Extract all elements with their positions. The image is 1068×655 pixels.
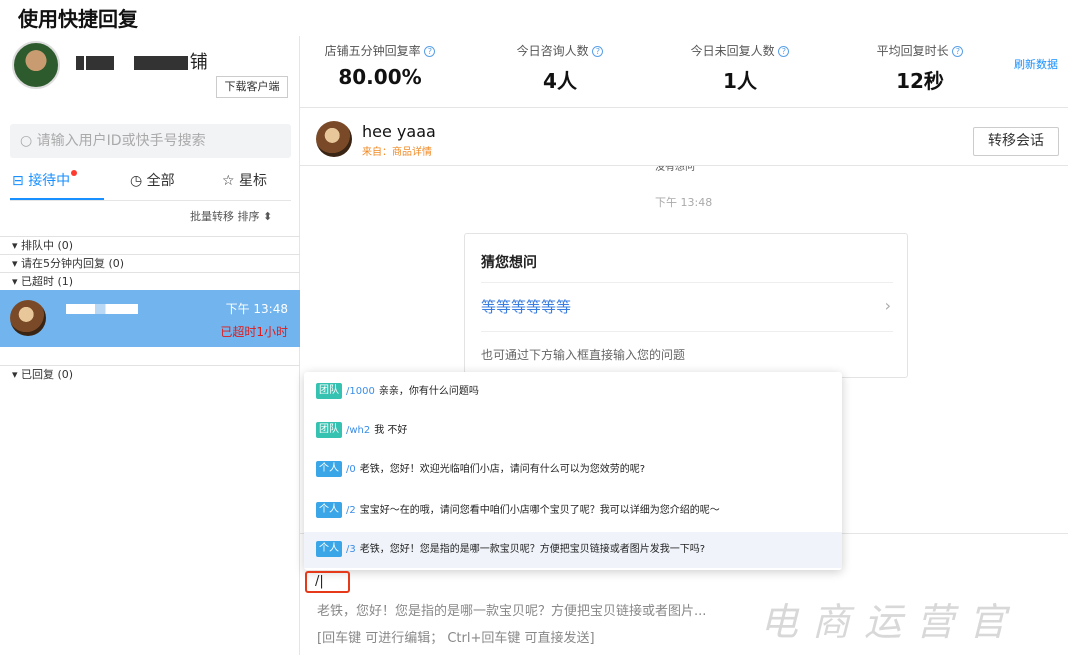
help-icon[interactable]: ?	[424, 46, 436, 57]
quick-reply-command: /2	[346, 505, 356, 516]
chat-bubble-icon: ⊟	[12, 173, 24, 189]
chevron-right-icon: ›	[884, 296, 891, 315]
stat-label: 平均回复时长	[876, 44, 949, 58]
watermark: 电商运营官	[760, 600, 1021, 644]
download-client-button[interactable]: 下载客户端	[216, 76, 288, 98]
personal-tag: 个人	[316, 541, 342, 557]
unread-dot	[71, 170, 78, 176]
batch-transfer-button[interactable]: 批量转移	[190, 210, 234, 223]
quick-reply-command: /wh2	[346, 425, 371, 436]
tab-serving-label: 接待中	[28, 173, 71, 189]
quick-reply-text: 我 不好	[374, 425, 408, 436]
reply-preview: 老铁，您好！您是指的是哪一款宝贝呢？方便把宝贝链接或者图片...	[317, 604, 707, 619]
chat-avatar	[316, 121, 352, 157]
customer-overtime-status: 已超时1小时	[220, 325, 288, 339]
quick-reply-item-selected[interactable]: 个人/3 老铁，您好！您是指的是哪一款宝贝呢？方便把宝贝链接或者图片发我一下吗?	[304, 532, 842, 568]
stat-unreplied: 今日未回复人数 ? 1人	[660, 42, 820, 94]
redacted-name	[86, 56, 114, 70]
quick-reply-item[interactable]: 团队/wh2 我 不好	[304, 413, 842, 449]
slash-command-input[interactable]: /|	[305, 571, 350, 593]
stat-value: 1人	[723, 69, 757, 93]
tab-starred[interactable]: ☆ 星标	[222, 170, 267, 190]
tab-active-indicator	[10, 198, 104, 200]
quick-reply-item[interactable]: 个人/2 宝宝好～在的哦，请问您看中咱们小店哪个宝贝了呢？我可以详细为您介绍的呢～	[304, 493, 842, 529]
quick-reply-command: /1000	[346, 386, 375, 397]
sort-icon: ⬍	[263, 210, 273, 223]
message-timestamp: 下午 13:48	[655, 196, 713, 209]
stats-bar: 店铺五分钟回复率 ? 80.00% 今日咨询人数 ? 4人 今日未回复人数 ? …	[300, 36, 1068, 108]
refresh-data-link[interactable]: 刷新数据	[1014, 56, 1058, 72]
stat-value: 4人	[543, 69, 577, 93]
quick-reply-text: 宝宝好～在的哦，请问您看中咱们小店哪个宝贝了呢？我可以详细为您介绍的呢～	[359, 505, 720, 516]
stat-label: 今日未回复人数	[690, 44, 775, 58]
stat-avg-reply: 平均回复时长 ? 12秒	[840, 42, 1000, 94]
left-panel: 铺 下载客户端 ○ 请输入用户ID或快手号搜索 ⊟ 接待中 ◷ 全部 ☆ 星标 …	[0, 36, 300, 655]
customer-time: 下午 13:48	[225, 302, 288, 316]
shop-profile: 铺 下载客户端	[0, 36, 300, 108]
stat-label: 店铺五分钟回复率	[324, 44, 421, 58]
search-input[interactable]: ○ 请输入用户ID或快手号搜索	[10, 124, 291, 158]
sort-button[interactable]: 排序 ⬍	[238, 210, 273, 223]
clock-icon: ◷	[130, 173, 143, 189]
keyboard-hint: [回车键 可进行编辑； Ctrl+回车键 可直接发送]	[317, 631, 595, 646]
clipped-message: 没有想问	[655, 166, 695, 173]
section-queue[interactable]: ▾ 排队中 (0)	[0, 236, 300, 254]
tab-all[interactable]: ◷ 全部	[130, 170, 175, 190]
redacted-customer-name	[66, 304, 138, 314]
list-toolbar: 批量转移 排序 ⬍	[190, 208, 272, 224]
team-tag: 团队	[316, 383, 342, 399]
quick-reply-item[interactable]: 团队/1000 亲亲，你有什么问题吗	[304, 374, 842, 410]
card-hint: 也可通过下方输入框直接输入您的问题	[481, 348, 686, 362]
quick-reply-text: 老铁，您好！您是指的是哪一款宝贝呢？方便把宝贝链接或者图片发我一下吗?	[359, 544, 706, 555]
stat-value: 80.00%	[338, 65, 422, 89]
transfer-session-button[interactable]: 转移会话	[973, 127, 1059, 156]
search-icon: ○	[20, 133, 33, 149]
card-title: 猜您想问	[481, 255, 537, 271]
tab-separator	[10, 200, 291, 201]
shop-name-suffix: 铺	[189, 52, 208, 73]
help-icon[interactable]: ?	[778, 46, 790, 57]
customer-list-item[interactable]: 下午 13:48 已超时1小时	[0, 290, 300, 347]
section-overtime[interactable]: ▾ 已超时 (1)	[0, 272, 300, 290]
star-icon: ☆	[222, 173, 235, 189]
help-icon[interactable]: ?	[592, 46, 604, 57]
divider	[481, 282, 893, 283]
quick-reply-command: /3	[346, 544, 356, 555]
stat-consults: 今日咨询人数 ? 4人	[480, 42, 640, 94]
tab-serving[interactable]: ⊟ 接待中	[12, 170, 78, 190]
help-icon[interactable]: ?	[952, 46, 964, 57]
quick-reply-item[interactable]: 个人/0 老铁，您好！欢迎光临咱们小店，请问有什么可以为您效劳的呢?	[304, 452, 842, 488]
quick-reply-text: 老铁，您好！欢迎光临咱们小店，请问有什么可以为您效劳的呢?	[359, 464, 646, 475]
sort-label: 排序	[237, 210, 260, 223]
section-replied[interactable]: ▾ 已回复 (0)	[0, 365, 300, 383]
shop-name: 铺	[76, 48, 208, 74]
customer-avatar	[10, 300, 46, 336]
chat-customer-name: hee yaaa	[362, 122, 436, 141]
redacted-name	[76, 56, 84, 70]
guess-question-card: 猜您想问 等等等等等等 › 也可通过下方输入框直接输入您的问题	[464, 233, 908, 378]
page-heading: 使用快捷回复	[18, 7, 138, 31]
conversation-tabs: ⊟ 接待中 ◷ 全部 ☆ 星标	[10, 164, 291, 204]
stat-reply-rate: 店铺五分钟回复率 ? 80.00%	[300, 42, 460, 89]
redacted-name	[133, 56, 188, 70]
search-placeholder: 请输入用户ID或快手号搜索	[36, 133, 206, 149]
stat-value: 12秒	[896, 69, 944, 93]
stat-label: 今日咨询人数	[516, 44, 589, 58]
section-reply-5min[interactable]: ▾ 请在5分钟内回复 (0)	[0, 254, 300, 272]
card-question-link[interactable]: 等等等等等等	[481, 296, 571, 317]
divider	[481, 331, 893, 332]
chat-header: hee yaaa 来自：商品详情 转移会话	[300, 108, 1068, 166]
shop-avatar	[12, 41, 60, 89]
quick-reply-command: /0	[346, 464, 356, 475]
quick-reply-popup: 团队/1000 亲亲，你有什么问题吗 团队/wh2 我 不好 个人/0 老铁，您好！欢…	[304, 372, 842, 570]
chat-source: 来自：商品详情	[362, 147, 432, 158]
tab-starred-label: 星标	[239, 173, 268, 189]
team-tag: 团队	[316, 422, 342, 438]
tab-all-label: 全部	[146, 173, 175, 189]
quick-reply-text: 亲亲，你有什么问题吗	[378, 386, 479, 397]
personal-tag: 个人	[316, 461, 342, 477]
personal-tag: 个人	[316, 502, 342, 518]
